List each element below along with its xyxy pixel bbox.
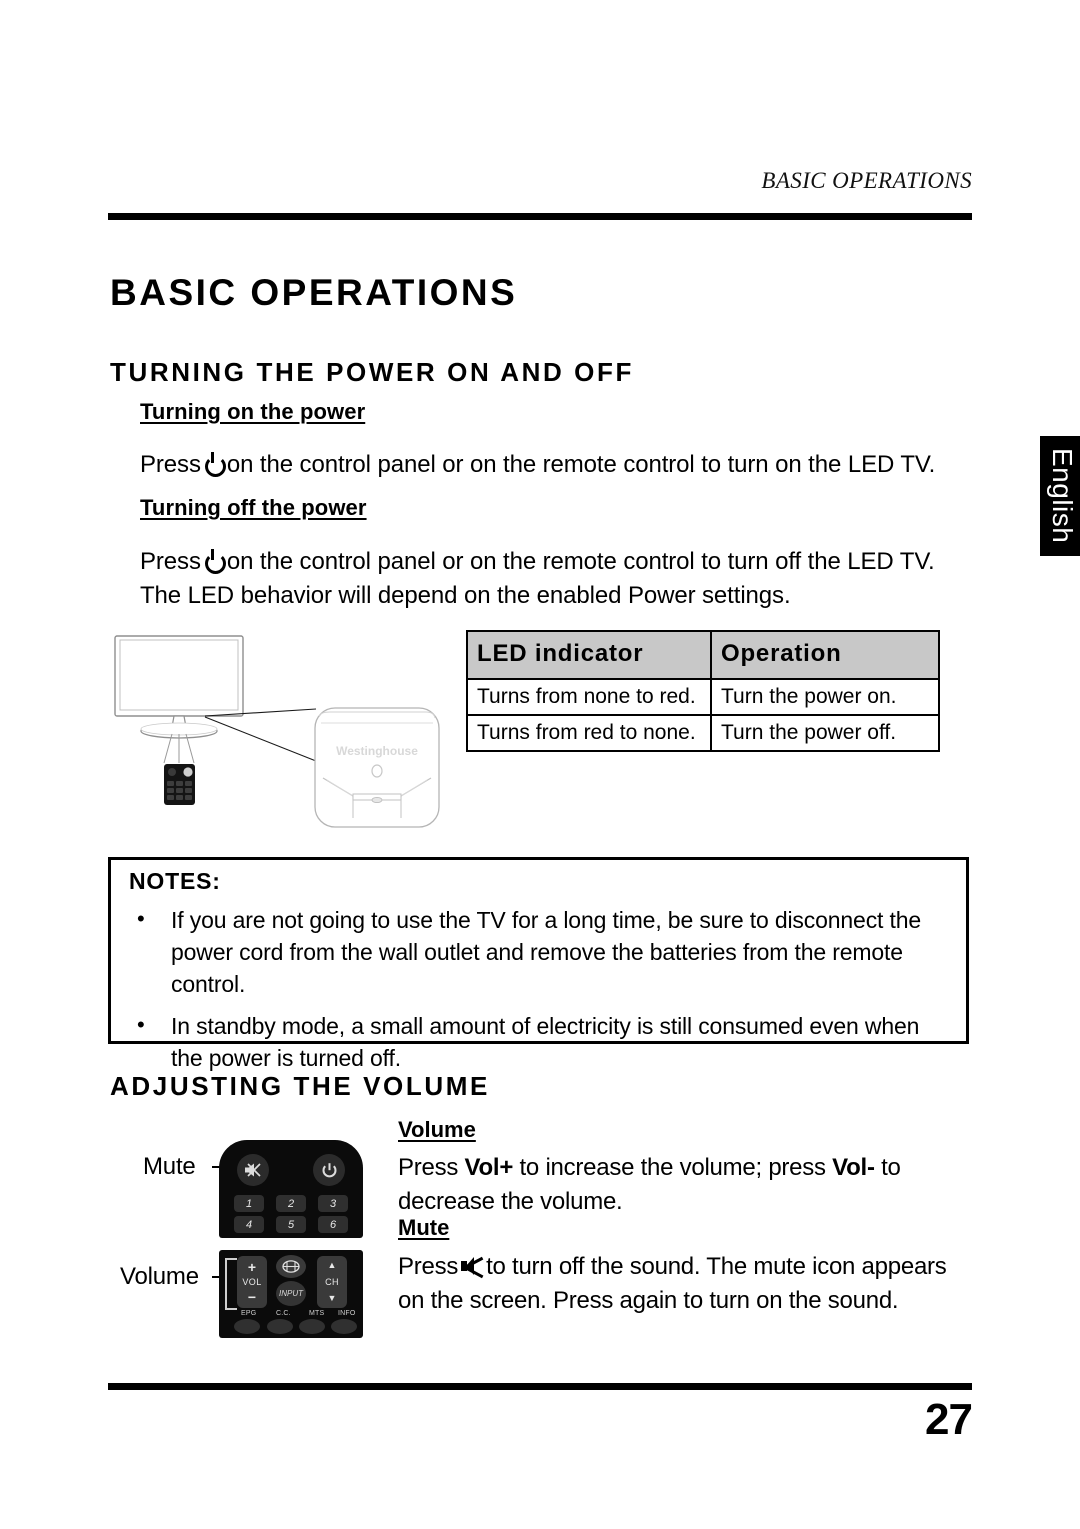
mute-icon: [460, 1256, 484, 1279]
volume-bracket: [225, 1258, 237, 1310]
callout-label-mute: Mute: [143, 1153, 196, 1180]
press-label-on: Press: [140, 451, 201, 478]
remote-input-button[interactable]: INPUT: [276, 1281, 306, 1306]
ch-up-icon: ▲: [327, 1260, 337, 1271]
remote-cc-button[interactable]: [267, 1319, 293, 1334]
paragraph-turning-on: Press on the control panel or on the remo…: [140, 448, 980, 482]
list-item: • In standby mode, a small amount of ele…: [129, 1010, 953, 1074]
paragraph-volume: Press Vol+ to increase the volume; press…: [398, 1151, 978, 1219]
remote-aspect-button[interactable]: [276, 1255, 306, 1278]
label-info: INFO: [338, 1310, 356, 1317]
volume-bold-minus: Vol-: [832, 1154, 875, 1181]
cell-operation: Turn the power on.: [710, 678, 940, 716]
remote-top-illustration: 1 2 3 4 5 6: [219, 1140, 363, 1238]
notes-list: • If you are not going to use the TV for…: [129, 904, 953, 1084]
remote-mute-button[interactable]: [237, 1154, 269, 1186]
table-row: Turns from none to red. Turn the power o…: [466, 678, 940, 716]
section-heading-power: TURNING THE POWER ON AND OFF: [110, 357, 634, 387]
column-header-led-indicator: LED indicator: [466, 630, 712, 680]
vol-label: VOL: [242, 1276, 262, 1287]
page-number: 27: [925, 1395, 973, 1444]
remote-epg-button[interactable]: [234, 1319, 260, 1334]
label-mts: MTS: [309, 1310, 325, 1317]
remote-channel-rocker[interactable]: ▲ CH ▼: [317, 1256, 347, 1308]
remote-volume-rocker[interactable]: + VOL −: [237, 1256, 267, 1308]
remote-key-6[interactable]: 6: [318, 1216, 348, 1233]
cell-led-indicator: Turns from red to none.: [466, 714, 712, 752]
bullet-icon: •: [137, 906, 145, 931]
table-header-row: LED indicator Operation: [466, 630, 940, 680]
section-heading-volume: ADJUSTING THE VOLUME: [110, 1071, 490, 1101]
table-row: Turns from red to none. Turn the power o…: [466, 714, 940, 752]
subheading-turning-off: Turning off the power: [140, 495, 367, 520]
power-icon: [322, 1162, 336, 1177]
subheading-turning-on: Turning on the power: [140, 399, 366, 424]
callout-label-volume: Volume: [120, 1263, 199, 1290]
press-label-off: Press: [140, 548, 201, 575]
ch-down-icon: ▼: [327, 1292, 337, 1303]
ch-label: CH: [325, 1276, 339, 1287]
language-tab: English: [1040, 436, 1080, 556]
volume-bold-plus: Vol+: [464, 1154, 514, 1181]
remote-key-3[interactable]: 3: [318, 1195, 348, 1212]
manual-page: BASIC OPERATIONS English BASIC OPERATION…: [0, 0, 1080, 1529]
remote-key-1[interactable]: 1: [234, 1195, 264, 1212]
footer-rule: [108, 1383, 972, 1390]
remote-mts-button[interactable]: [299, 1319, 325, 1334]
remote-key-4[interactable]: 4: [234, 1216, 264, 1233]
cell-led-indicator: Turns from none to red.: [466, 678, 712, 716]
header-rule: [108, 213, 972, 220]
vol-plus-label: +: [247, 1258, 257, 1275]
notes-title: NOTES:: [129, 868, 221, 894]
press-label-mute: Press: [398, 1253, 459, 1280]
paragraph-mute: Press to turn off the sound. The mute ico…: [398, 1250, 978, 1318]
page-title: BASIC OPERATIONS: [110, 272, 518, 313]
input-label: INPUT: [279, 1289, 303, 1298]
tv-illustration-svg: Westinghouse: [114, 635, 440, 828]
vol-minus-label: −: [247, 1289, 257, 1306]
cell-operation: Turn the power off.: [710, 714, 940, 752]
turning-on-text: on the control panel or on the remote co…: [226, 451, 936, 478]
remote-bottom-illustration: + VOL − INPUT ▲ CH ▼ EPG C.C. MTS INFO: [219, 1250, 363, 1338]
label-cc: C.C.: [276, 1310, 291, 1317]
led-indicator-table: LED indicator Operation Turns from none …: [466, 630, 940, 752]
list-item: • If you are not going to use the TV for…: [129, 904, 953, 1000]
remote-power-button[interactable]: [313, 1154, 345, 1186]
remote-key-2[interactable]: 2: [276, 1195, 306, 1212]
remote-info-button[interactable]: [331, 1319, 357, 1334]
notes-box: NOTES: • If you are not going to use the…: [108, 857, 969, 1071]
volume-text-part1: Press: [398, 1154, 465, 1181]
language-tab-label: English: [1047, 448, 1078, 544]
note-text: If you are not going to use the TV for a…: [171, 907, 922, 997]
bullet-icon: •: [137, 1012, 145, 1037]
subheading-mute: Mute: [398, 1215, 450, 1240]
remote-key-5[interactable]: 5: [276, 1216, 306, 1233]
power-icon: [204, 452, 224, 476]
mute-icon: [245, 1163, 261, 1177]
turning-off-text: on the control panel or on the remote co…: [140, 548, 935, 609]
volume-text-part2: to increase the volume; press: [513, 1154, 833, 1181]
brand-logo-text: Westinghouse: [336, 744, 418, 758]
note-text: In standby mode, a small amount of elect…: [171, 1013, 920, 1071]
subheading-volume: Volume: [398, 1117, 476, 1142]
label-epg: EPG: [241, 1310, 257, 1317]
aspect-ratio-icon: [282, 1260, 300, 1273]
tv-illustration: Westinghouse: [108, 628, 458, 838]
column-header-operation: Operation: [710, 630, 940, 680]
paragraph-turning-off: Press on the control panel or on the remo…: [140, 545, 980, 613]
power-icon: [204, 549, 224, 573]
running-head: BASIC OPERATIONS: [761, 168, 972, 193]
